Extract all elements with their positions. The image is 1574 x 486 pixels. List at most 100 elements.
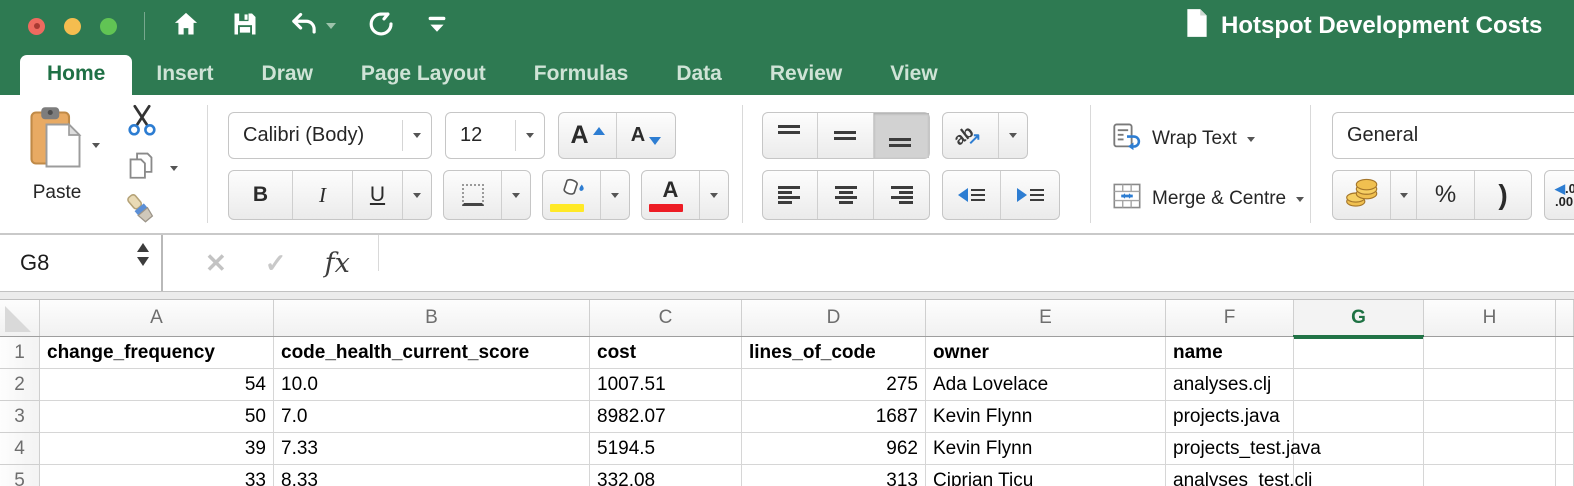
orientation-button[interactable]: ab ↗ [943, 113, 999, 158]
cell-E1[interactable]: owner [926, 337, 1166, 369]
cell-G3[interactable] [1294, 401, 1424, 433]
middle-align-button[interactable] [818, 113, 873, 158]
insert-function-button[interactable]: fx [325, 248, 350, 279]
column-header-F[interactable]: F [1166, 300, 1294, 336]
cell-H1[interactable] [1424, 337, 1556, 369]
underline-button[interactable]: U [353, 171, 403, 219]
fill-color-dropdown-button[interactable] [601, 171, 629, 219]
cell-A1[interactable]: change_frequency [40, 337, 274, 369]
cell-G5[interactable] [1294, 465, 1424, 486]
bold-button[interactable]: B [229, 171, 293, 219]
column-header-E[interactable]: E [926, 300, 1166, 336]
font-color-button[interactable]: A [642, 171, 700, 219]
row-header-3[interactable]: 3 [0, 401, 40, 433]
tab-review[interactable]: Review [746, 55, 866, 95]
tab-draw[interactable]: Draw [238, 55, 337, 95]
undo-dropdown-arrow-icon[interactable] [326, 23, 336, 29]
cell-A2[interactable]: 54 [40, 369, 274, 401]
cell-B1[interactable]: code_health_current_score [274, 337, 590, 369]
cut-button[interactable] [126, 103, 158, 142]
align-center-button[interactable] [818, 171, 873, 219]
decrease-indent-button[interactable] [943, 171, 1001, 219]
minimize-window-button[interactable] [64, 18, 81, 35]
align-left-button[interactable] [763, 171, 818, 219]
cell-D3[interactable]: 1687 [742, 401, 926, 433]
align-right-button[interactable] [874, 171, 929, 219]
column-header-B[interactable]: B [274, 300, 590, 336]
bottom-align-button[interactable] [874, 113, 929, 158]
copy-button[interactable] [124, 150, 178, 187]
column-header-C[interactable]: C [590, 300, 742, 336]
cell-B2[interactable]: 10.0 [274, 369, 590, 401]
column-header-D[interactable]: D [742, 300, 926, 336]
font-name-dropdown-arrow-icon[interactable] [402, 120, 431, 152]
italic-button[interactable]: I [293, 171, 353, 219]
tab-data[interactable]: Data [652, 55, 746, 95]
cell-C3[interactable]: 8982.07 [590, 401, 742, 433]
paste-button[interactable]: Paste [18, 105, 96, 223]
cell-E3[interactable]: Kevin Flynn [926, 401, 1166, 433]
comma-style-button[interactable]: ) [1475, 171, 1531, 219]
paste-dropdown-arrow-icon[interactable] [92, 143, 100, 148]
tab-home[interactable]: Home [20, 55, 132, 95]
undo-button[interactable] [289, 10, 336, 42]
cell-D5[interactable]: 313 [742, 465, 926, 486]
currency-dropdown-button[interactable] [1391, 171, 1417, 219]
cell-F2[interactable]: analyses.clj [1166, 369, 1294, 401]
cell-B3[interactable]: 7.0 [274, 401, 590, 433]
cell-F5[interactable]: analyses_test.clj [1166, 465, 1294, 486]
font-color-dropdown-button[interactable] [700, 171, 728, 219]
redo-button[interactable] [366, 10, 395, 43]
cell-G2[interactable] [1294, 369, 1424, 401]
increase-indent-button[interactable] [1001, 171, 1059, 219]
orientation-dropdown-button[interactable] [999, 113, 1027, 158]
customize-toolbar-button[interactable] [425, 12, 449, 41]
row-header-5[interactable]: 5 [0, 465, 40, 486]
cancel-button[interactable]: ✕ [205, 248, 227, 279]
cell-B4[interactable]: 7.33 [274, 433, 590, 465]
cell-A3[interactable]: 50 [40, 401, 274, 433]
tab-formulas[interactable]: Formulas [510, 55, 653, 95]
font-size-dropdown-arrow-icon[interactable] [515, 120, 544, 152]
cell-B5[interactable]: 8.33 [274, 465, 590, 486]
row-header-1[interactable]: 1 [0, 337, 40, 369]
cell-F3[interactable]: projects.java [1166, 401, 1294, 433]
formula-input[interactable] [379, 235, 1574, 291]
cell-H2[interactable] [1424, 369, 1556, 401]
home-button[interactable] [171, 10, 201, 43]
cell-E5[interactable]: Ciprian Ticu [926, 465, 1166, 486]
currency-style-button[interactable] [1333, 171, 1391, 219]
cell-G1[interactable] [1294, 337, 1424, 369]
merge-centre-dropdown-arrow-icon[interactable] [1296, 197, 1304, 202]
merge-centre-button[interactable]: Merge & Centre [1112, 181, 1304, 217]
borders-button[interactable] [444, 171, 502, 219]
tab-view[interactable]: View [866, 55, 961, 95]
cell-C1[interactable]: cost [590, 337, 742, 369]
cell-D2[interactable]: 275 [742, 369, 926, 401]
cell-C4[interactable]: 5194.5 [590, 433, 742, 465]
borders-dropdown-button[interactable] [502, 171, 530, 219]
column-header-H[interactable]: H [1424, 300, 1556, 336]
cell-G4[interactable] [1294, 433, 1424, 465]
cell-H3[interactable] [1424, 401, 1556, 433]
cell-F4[interactable]: projects_test.java [1166, 433, 1294, 465]
cell-F1[interactable]: name [1166, 337, 1294, 369]
fill-color-button[interactable] [543, 171, 601, 219]
cell-D1[interactable]: lines_of_code [742, 337, 926, 369]
font-name-combo[interactable]: Calibri (Body) [228, 112, 432, 159]
cell-H5[interactable] [1424, 465, 1556, 486]
enter-button[interactable]: ✓ [265, 248, 287, 279]
cell-A5[interactable]: 33 [40, 465, 274, 486]
cell-E4[interactable]: Kevin Flynn [926, 433, 1166, 465]
format-painter-button[interactable] [124, 191, 160, 232]
select-all-corner[interactable] [0, 300, 40, 336]
zoom-window-button[interactable] [100, 18, 117, 35]
number-format-combo[interactable]: General [1332, 112, 1574, 159]
cell-E2[interactable]: Ada Lovelace [926, 369, 1166, 401]
close-window-button[interactable] [28, 18, 45, 35]
cell-C2[interactable]: 1007.51 [590, 369, 742, 401]
cell-H4[interactable] [1424, 433, 1556, 465]
percent-style-button[interactable]: % [1417, 171, 1475, 219]
name-box[interactable]: G8 [0, 235, 163, 291]
top-align-button[interactable] [763, 113, 818, 158]
